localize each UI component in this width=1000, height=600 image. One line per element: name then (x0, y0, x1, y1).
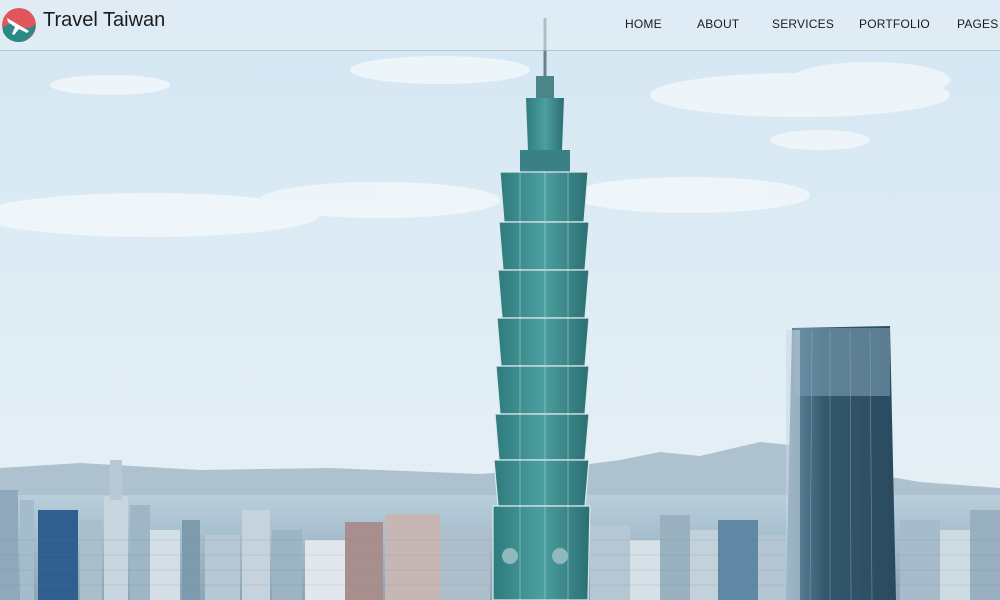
hero-skyline-image (0, 18, 1000, 600)
clouds (0, 56, 950, 237)
page: Travel Taiwan HOME ABOUT SERVICES PORTFO… (0, 0, 1000, 600)
nav-home[interactable]: HOME (625, 17, 662, 31)
nav-services[interactable]: SERVICES (772, 17, 834, 31)
nav-portfolio[interactable]: PORTFOLIO (859, 17, 930, 31)
right-skyscraper (786, 326, 896, 600)
site-header: Travel Taiwan HOME ABOUT SERVICES PORTFO… (0, 0, 1000, 51)
taipei-101-tower (492, 18, 591, 600)
nav-about[interactable]: ABOUT (697, 17, 739, 31)
brand-name[interactable]: Travel Taiwan (43, 9, 165, 32)
nav-pages[interactable]: PAGES (957, 17, 998, 31)
airplane-globe-logo-icon[interactable] (0, 4, 38, 46)
